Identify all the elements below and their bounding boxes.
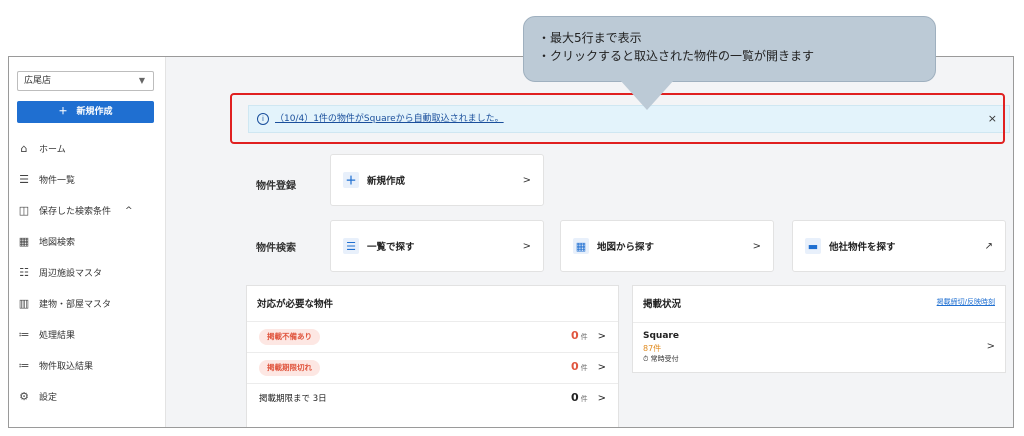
callout-line-1: ・最大5行まで表示	[538, 31, 642, 45]
list-icon: ☰	[19, 173, 29, 186]
import-result-icon: ≔	[18, 359, 30, 372]
chevron-right-icon: >	[986, 341, 995, 352]
todo-title: 対応が必要な物件	[257, 299, 334, 310]
sidebar-item-saved-search[interactable]: ◫ 保存した検索条件 ^	[17, 195, 162, 226]
map-search-icon: ▦	[573, 238, 589, 254]
sidebar-item-property-list[interactable]: ☰ 物件一覧	[17, 164, 162, 195]
sidebar-item-label: 物件取込結果	[39, 362, 94, 372]
sidebar-item-label: 物件一覧	[39, 176, 76, 186]
sidebar-item-label: 設定	[39, 393, 58, 403]
sidebar-item-label: 処理結果	[39, 331, 76, 341]
register-label: 物件登録	[256, 181, 296, 192]
other-company-label: 他社物件を探す	[829, 242, 896, 253]
todo-row-deadline[interactable]: 掲載期限まで 3日 0 件 >	[247, 383, 618, 414]
listing-deadline-link[interactable]: 掲載締切/反映時刻	[937, 297, 995, 307]
map-search-icon: ▦	[18, 235, 30, 248]
todo-panel: 対応が必要な物件 掲載不備あり 0 件 > 掲載期限切れ 0 件 > 掲載期限まで 3日…	[246, 285, 619, 427]
callout-line-2: ・クリックすると取込された物件の一覧が開きます	[538, 49, 815, 63]
status-badge: 掲載不備あり	[259, 329, 320, 345]
todo-row-expired[interactable]: 掲載期限切れ 0 件 >	[247, 352, 618, 383]
chevron-down-icon: ▼	[138, 76, 145, 85]
map-search-card[interactable]: ▦ 地図から探す >	[560, 220, 774, 272]
highlight-frame	[230, 93, 1005, 144]
todo-row-label: 掲載期限まで 3日	[259, 394, 327, 404]
sidebar-nav: ⌂ ホーム ☰ 物件一覧 ◫ 保存した検索条件 ^ ▦ 地図検索 ☷ 周辺施設マ…	[17, 133, 162, 412]
saved-search-icon: ◫	[18, 204, 30, 217]
new-property-label: 新規作成	[367, 176, 406, 187]
sidebar-item-map-search[interactable]: ▦ 地図検索	[17, 226, 162, 257]
chevron-right-icon: >	[752, 240, 761, 252]
chevron-right-icon: >	[522, 174, 531, 186]
store-select-value: 広尾店	[24, 76, 52, 86]
sidebar-item-label: 周辺施設マスタ	[39, 269, 103, 279]
other-company-search-card[interactable]: ▬ 他社物件を探す ↗	[792, 220, 1006, 272]
todo-count: 0 件 >	[570, 360, 606, 373]
todo-row-defect[interactable]: 掲載不備あり 0 件 >	[247, 321, 618, 352]
sidebar-item-facility-master[interactable]: ☷ 周辺施設マスタ	[17, 257, 162, 288]
shop-icon: ▬	[805, 238, 821, 254]
callout-tooltip: ・最大5行まで表示 ・クリックすると取込された物件の一覧が開きます	[523, 16, 936, 82]
home-icon: ⌂	[20, 142, 28, 155]
sidebar-new-button[interactable]: ＋ 新規作成	[17, 101, 154, 123]
chevron-up-icon[interactable]: ^	[125, 206, 133, 216]
listing-site-name: Square	[643, 331, 679, 341]
status-badge: 掲載期限切れ	[259, 360, 320, 376]
facility-icon: ☷	[19, 266, 29, 279]
listing-status-panel: 掲載状況 掲載締切/反映時刻 Square 87件 ⏱ 常時受付 >	[632, 285, 1006, 373]
store-select[interactable]: 広尾店 ▼	[17, 71, 154, 91]
list-search-card[interactable]: ☰ 一覧で探す >	[330, 220, 544, 272]
external-link-icon: ↗	[984, 240, 993, 252]
chevron-right-icon: >	[522, 240, 531, 252]
search-label: 物件検索	[256, 243, 296, 254]
todo-count: 0 件 >	[570, 329, 606, 342]
list-search-label: 一覧で探す	[367, 242, 415, 253]
plus-icon: ＋	[343, 172, 359, 188]
sidebar-item-label: ホーム	[39, 145, 66, 155]
sidebar-item-home[interactable]: ⌂ ホーム	[17, 133, 162, 164]
listing-row-square[interactable]: Square 87件 ⏱ 常時受付 >	[633, 322, 1005, 374]
listing-title: 掲載状況	[643, 299, 682, 310]
listing-count: 87件	[643, 344, 662, 353]
list-icon: ☰	[343, 238, 359, 254]
sidebar-item-label: 保存した検索条件	[39, 207, 112, 217]
process-result-icon: ≔	[18, 328, 30, 341]
gear-icon: ⚙	[19, 390, 29, 403]
sidebar-item-import-result[interactable]: ≔ 物件取込結果	[17, 350, 162, 381]
sidebar-item-building-master[interactable]: ▥ 建物・部屋マスタ	[17, 288, 162, 319]
listing-status: ⏱ 常時受付	[643, 355, 679, 363]
sidebar-item-settings[interactable]: ⚙ 設定	[17, 381, 162, 412]
building-icon: ▥	[18, 297, 30, 310]
sidebar-item-label: 建物・部屋マスタ	[39, 300, 112, 310]
sidebar-item-label: 地図検索	[39, 238, 76, 248]
todo-count: 0 件 >	[570, 391, 606, 404]
sidebar-item-process-result[interactable]: ≔ 処理結果	[17, 319, 162, 350]
sidebar: 広尾店 ▼ ＋ 新規作成 ⌂ ホーム ☰ 物件一覧 ◫ 保存した検索条件 ^ ▦…	[9, 57, 166, 427]
map-search-label: 地図から探す	[597, 242, 655, 253]
new-property-card[interactable]: ＋ 新規作成 >	[330, 154, 544, 206]
callout-pointer	[620, 80, 674, 110]
